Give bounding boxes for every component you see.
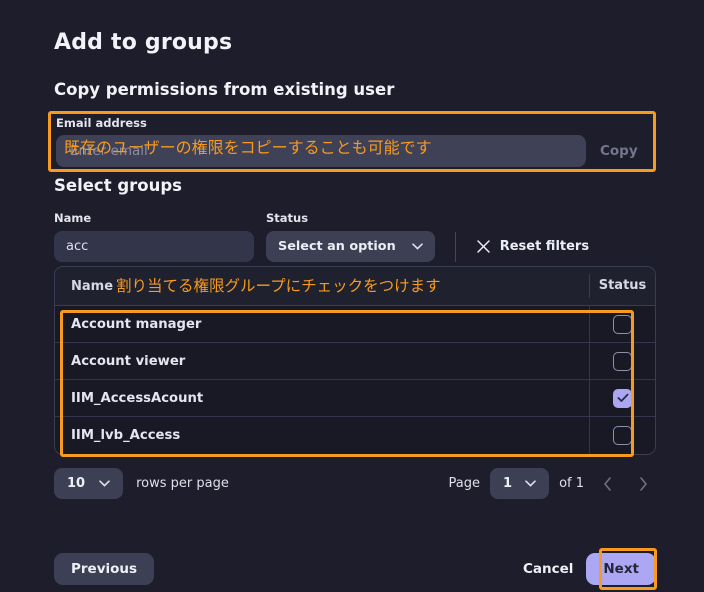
- page-total-label: of 1: [559, 476, 584, 491]
- table-row[interactable]: Account viewer: [55, 342, 655, 380]
- chevron-down-icon: [411, 243, 423, 250]
- column-header-status: Status: [589, 274, 655, 298]
- reset-filters-button[interactable]: Reset filters: [476, 231, 589, 262]
- section-heading-copy-permissions: Copy permissions from existing user: [54, 80, 395, 99]
- table-row[interactable]: IIM_lvb_Access: [55, 417, 655, 454]
- rows-per-page-label: rows per page: [136, 476, 229, 491]
- table-row[interactable]: IIM_AccessAcount: [55, 379, 655, 417]
- name-filter-input[interactable]: [54, 231, 254, 262]
- reset-filters-label: Reset filters: [499, 239, 590, 254]
- email-row: Copy: [56, 135, 656, 167]
- group-name: Account viewer: [71, 353, 186, 369]
- column-header-name: Name: [71, 278, 114, 294]
- groups-table: Name Status Account manager Account view…: [54, 266, 656, 455]
- group-name: Account manager: [71, 316, 202, 332]
- table-row[interactable]: Account manager: [55, 305, 655, 343]
- table-header-row: Name Status: [55, 267, 655, 306]
- next-button[interactable]: Next: [586, 553, 656, 585]
- chevron-down-icon: [525, 480, 536, 487]
- filter-status-label: Status: [266, 211, 309, 225]
- chevron-left-icon: [603, 476, 611, 491]
- status-cell: [589, 379, 655, 417]
- section-heading-select-groups: Select groups: [54, 176, 182, 195]
- filter-name: Name: [54, 211, 254, 262]
- cancel-button[interactable]: Cancel: [523, 561, 573, 577]
- page-title: Add to groups: [54, 30, 233, 55]
- chevron-down-icon: [99, 480, 110, 487]
- footer-actions: Cancel Next: [523, 553, 656, 585]
- status-cell: [589, 417, 655, 454]
- copy-button[interactable]: Copy: [600, 143, 638, 159]
- filters-bar: Name Status Select an option Reset filte…: [54, 211, 589, 262]
- previous-page-button[interactable]: [594, 471, 620, 497]
- rows-per-page-value: 10: [67, 476, 86, 491]
- email-input[interactable]: [56, 135, 586, 167]
- next-page-button[interactable]: [630, 471, 656, 497]
- rows-per-page-select[interactable]: 10: [54, 468, 124, 499]
- close-icon: [476, 240, 490, 253]
- page-label: Page: [448, 476, 481, 491]
- group-checkbox[interactable]: [613, 426, 632, 445]
- add-to-groups-dialog: Add to groups Copy permissions from exis…: [0, 0, 704, 592]
- status-select-value: Select an option: [278, 239, 396, 254]
- status-cell: [589, 305, 655, 343]
- group-checkbox[interactable]: [613, 314, 632, 334]
- filters-divider: [454, 232, 456, 262]
- status-cell: [589, 342, 655, 380]
- copy-permissions-group: Email address Copy: [48, 111, 656, 172]
- status-select[interactable]: Select an option: [266, 231, 435, 262]
- group-name: IIM_AccessAcount: [71, 390, 204, 406]
- pagination-bar: 10 rows per page Page 1 of 1: [54, 468, 656, 499]
- filter-name-label: Name: [54, 211, 92, 225]
- check-icon: [617, 393, 628, 402]
- group-name: IIM_lvb_Access: [71, 428, 181, 443]
- group-checkbox[interactable]: [613, 351, 632, 371]
- pager: Page 1 of 1: [449, 468, 656, 499]
- filter-status: Status Select an option: [266, 211, 435, 262]
- chevron-right-icon: [639, 476, 647, 491]
- group-checkbox-checked[interactable]: [613, 388, 632, 408]
- page-number-select[interactable]: 1: [490, 468, 550, 499]
- previous-button[interactable]: Previous: [54, 553, 155, 585]
- dialog-footer: Previous Cancel Next: [54, 553, 656, 585]
- page-number-value: 1: [503, 476, 513, 491]
- email-address-label: Email address: [56, 116, 147, 130]
